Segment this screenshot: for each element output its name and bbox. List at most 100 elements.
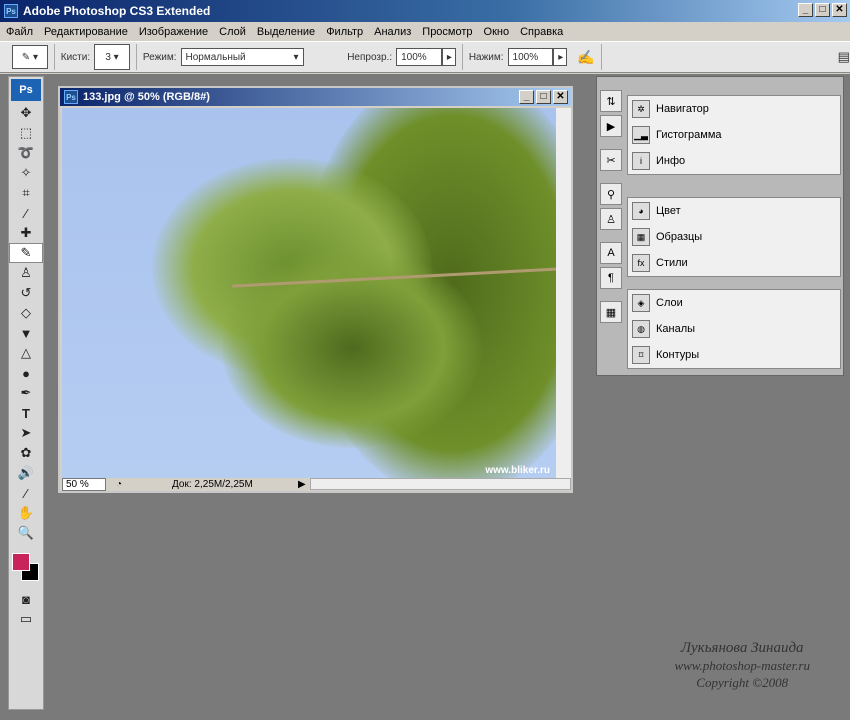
opacity-input[interactable]: 100% [396, 48, 442, 66]
zoom-field[interactable]: 50 % [62, 477, 106, 491]
channels-icon: ◍ [632, 320, 650, 338]
color-swatches [9, 543, 43, 589]
mode-label: Режим: [142, 51, 177, 63]
maximize-button[interactable]: □ [815, 3, 830, 17]
history-brush-icon[interactable]: ↺ [9, 283, 43, 303]
watermark-author: Лукьянова Зинаида [680, 640, 804, 656]
vertical-scrollbar[interactable] [556, 108, 571, 478]
brush-icon: ✎ [21, 51, 31, 63]
close-button[interactable]: ✕ [832, 3, 847, 17]
panel-label: Навигатор [656, 103, 709, 115]
blur-tool-icon[interactable]: △ [9, 343, 43, 363]
airbrush-icon[interactable]: ✍ [577, 49, 594, 66]
document-window: Ps 133.jpg @ 50% (RGB/8#) _ □ ✕ www.bliker… [58, 86, 573, 493]
zoom-tool-icon[interactable]: 🔍 [9, 523, 43, 543]
panel-label: Каналы [656, 323, 696, 335]
panel-info[interactable]: i Инфо [628, 148, 840, 174]
options-bar: ✎ ▾ Кисти: 3 ▾ Режим: Нормальный ▾ Непроз… [0, 41, 850, 73]
menu-image[interactable]: Изображение [139, 26, 208, 38]
swatches-icon: ▦ [632, 228, 650, 246]
panel-label: Цвет [656, 205, 681, 217]
healing-brush-icon[interactable]: ✚ [9, 223, 43, 243]
foreground-color-swatch[interactable] [12, 553, 30, 571]
doc-maximize-button[interactable]: □ [536, 90, 551, 104]
menu-help[interactable]: Справка [520, 26, 563, 38]
hand-tool-icon[interactable]: ✋ [9, 503, 43, 523]
panel-label: Слои [656, 297, 683, 309]
crop-tool-icon[interactable]: ⌗ [9, 183, 43, 203]
eraser-icon[interactable]: ◇ [9, 303, 43, 323]
flow-input[interactable]: 100% [507, 48, 554, 66]
panel-icon-column: ⇅ ▶ ✂ ⚲ ♙ A ¶ ▦ [599, 87, 625, 326]
pen-tool-icon[interactable]: ✒ [9, 383, 43, 403]
info-icon: i [632, 152, 650, 170]
path-selection-icon[interactable]: ➤ [9, 423, 43, 443]
menu-analysis[interactable]: Анализ [374, 26, 411, 38]
panel-color[interactable]: ◕ Цвет [628, 198, 840, 224]
watermark-site: www.photoshop-master.ru [674, 658, 810, 673]
styles-icon: fx [632, 254, 650, 272]
panel-label: Стили [656, 257, 688, 269]
status-menu-arrow[interactable]: ▶ [298, 479, 306, 490]
character-panel-icon[interactable]: A [600, 242, 622, 264]
actions-panel-icon[interactable]: ⇅ [600, 90, 622, 112]
image-watermark: www.bliker.ru [485, 465, 550, 476]
lasso-tool-icon[interactable]: ➰ [9, 143, 43, 163]
paragraph-panel-icon[interactable]: ¶ [600, 267, 622, 289]
panel-histogram[interactable]: ▁▃ Гистограмма [628, 122, 840, 148]
slice-tool-icon[interactable]: ⁄ [9, 203, 43, 223]
ps-logo: Ps [11, 79, 41, 101]
brush-tool-icon[interactable]: ✎ [9, 243, 43, 263]
quick-mask-icon[interactable]: ◙ [9, 589, 43, 609]
doc-close-button[interactable]: ✕ [553, 90, 568, 104]
menu-edit[interactable]: Редактирование [44, 26, 128, 38]
panel-group-color: ◕ Цвет ▦ Образцы fx Стили [627, 197, 841, 277]
menu-filter[interactable]: Фильтр [326, 26, 363, 38]
panel-styles[interactable]: fx Стили [628, 250, 840, 276]
panel-navigator[interactable]: ✲ Навигатор [628, 96, 840, 122]
paint-bucket-icon[interactable]: ▼ [9, 323, 43, 343]
screen-mode-icon[interactable]: ▭ [9, 609, 43, 629]
panel-group-navigator: ✲ Навигатор ▁▃ Гистограмма i Инфо [627, 95, 841, 175]
notes-tool-icon[interactable]: 🔊 [9, 463, 43, 483]
marquee-tool-icon[interactable]: ⬚ [9, 123, 43, 143]
play-panel-icon[interactable]: ▶ [600, 115, 622, 137]
dodge-tool-icon[interactable]: ● [9, 363, 43, 383]
shape-tool-icon[interactable]: ✿ [9, 443, 43, 463]
layer-comps-icon[interactable]: ▦ [600, 301, 622, 323]
tool-preset-picker[interactable]: ✎ ▾ [12, 45, 48, 69]
doc-minimize-button[interactable]: _ [519, 90, 534, 104]
histogram-icon: ▁▃ [632, 126, 650, 144]
magic-wand-icon[interactable]: ✧ [9, 163, 43, 183]
panel-swatches[interactable]: ▦ Образцы [628, 224, 840, 250]
menu-window[interactable]: Окно [484, 26, 510, 38]
document-title: 133.jpg @ 50% (RGB/8#) [83, 91, 210, 103]
horizontal-scrollbar[interactable] [309, 478, 571, 490]
menu-view[interactable]: Просмотр [422, 26, 472, 38]
brush-size-value: 3 [105, 51, 111, 63]
panel-channels[interactable]: ◍ Каналы [628, 316, 840, 342]
panel-paths[interactable]: ⌑ Контуры [628, 342, 840, 368]
stamp-tool-icon[interactable]: ♙ [9, 263, 43, 283]
menu-layer[interactable]: Слой [219, 26, 246, 38]
status-icon: ◔ [116, 478, 123, 490]
move-tool-icon[interactable]: ✥ [9, 103, 43, 123]
brushes-panel-icon[interactable]: ⚲ [600, 183, 622, 205]
tool-presets-icon[interactable]: ✂ [600, 149, 622, 171]
palette-well-icon[interactable]: ▤ [838, 49, 850, 65]
minimize-button[interactable]: _ [798, 3, 813, 17]
document-canvas[interactable]: www.bliker.ru [62, 108, 556, 478]
document-titlebar[interactable]: Ps 133.jpg @ 50% (RGB/8#) _ □ ✕ [60, 88, 571, 106]
clone-source-icon[interactable]: ♙ [600, 208, 622, 230]
menu-file[interactable]: Файл [6, 26, 33, 38]
brush-size-picker[interactable]: 3 ▾ [94, 44, 130, 70]
opacity-slider-button[interactable]: ▸ [441, 48, 456, 66]
panel-layers[interactable]: ◈ Слои [628, 290, 840, 316]
mode-select[interactable]: Нормальный ▾ [180, 48, 304, 66]
menu-select[interactable]: Выделение [257, 26, 315, 38]
panel-label: Гистограмма [656, 129, 722, 141]
flow-slider-button[interactable]: ▸ [553, 48, 568, 66]
type-tool-icon[interactable]: T [9, 403, 43, 423]
eyedropper-icon[interactable]: ⁄ [9, 483, 43, 503]
panel-label: Инфо [656, 155, 686, 167]
